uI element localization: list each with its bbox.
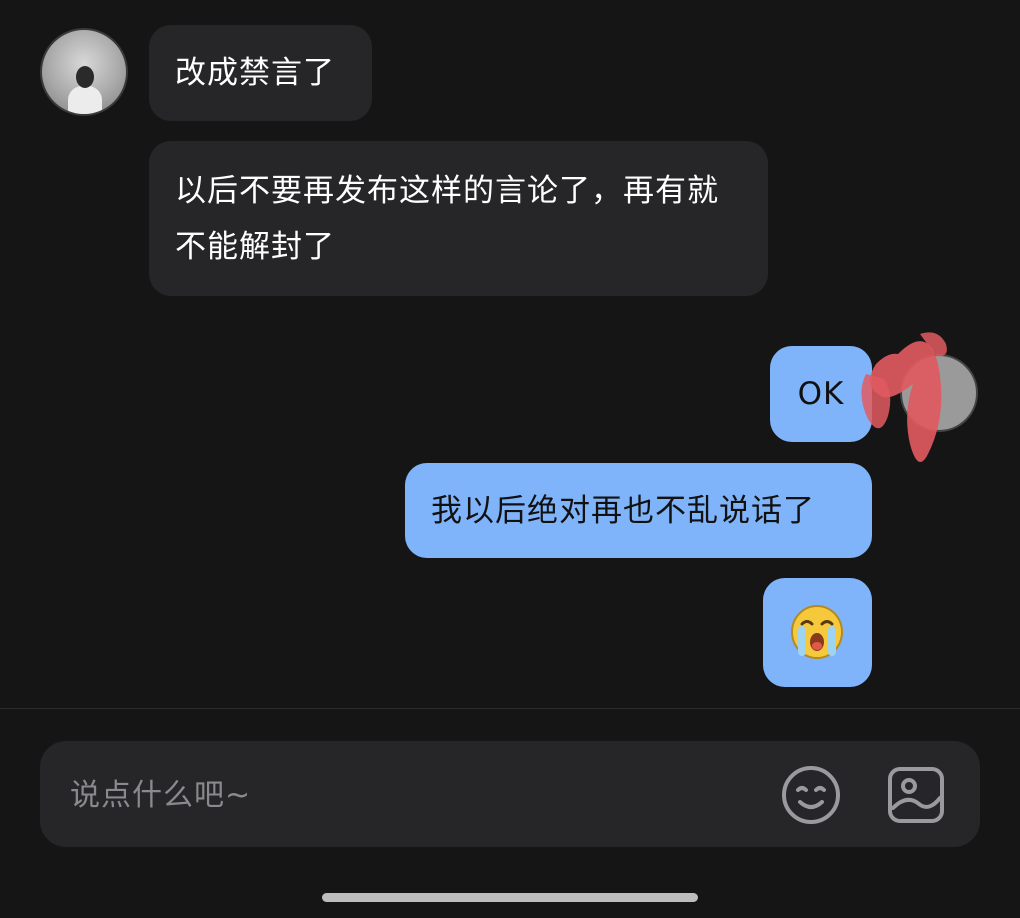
message-text: 我以后绝对再也不乱说话了 [431, 493, 815, 529]
emoji-button[interactable] [780, 764, 842, 826]
image-icon [888, 767, 944, 823]
avatar-figure-body [68, 86, 102, 114]
image-button[interactable] [885, 764, 947, 826]
incoming-message-bubble[interactable]: 以后不要再发布这样的言论了，再有就不能解封了 [149, 141, 768, 296]
chat-message-list[interactable]: 改成禁言了 以后不要再发布这样的言论了，再有就不能解封了 OK 我以后绝对再也不… [0, 0, 1020, 708]
home-indicator[interactable] [322, 893, 698, 902]
message-input[interactable] [70, 767, 750, 823]
self-avatar-redacted[interactable] [861, 332, 978, 462]
message-text: 改成禁言了 [175, 55, 335, 91]
message-text: OK [797, 376, 845, 412]
contact-avatar[interactable] [40, 28, 128, 116]
outgoing-message-bubble[interactable]: 我以后绝对再也不乱说话了 [405, 463, 872, 558]
crying-emoji-icon [791, 605, 843, 659]
message-text: 以后不要再发布这样的言论了，再有就不能解封了 [175, 173, 719, 265]
incoming-message-bubble[interactable]: 改成禁言了 [149, 25, 372, 121]
outgoing-emoji-bubble[interactable] [763, 578, 872, 687]
avatar-figure-head [76, 66, 94, 88]
smile-face-icon [782, 766, 840, 824]
outgoing-message-bubble[interactable]: OK [770, 346, 872, 442]
redaction-scribble-icon [861, 332, 947, 462]
